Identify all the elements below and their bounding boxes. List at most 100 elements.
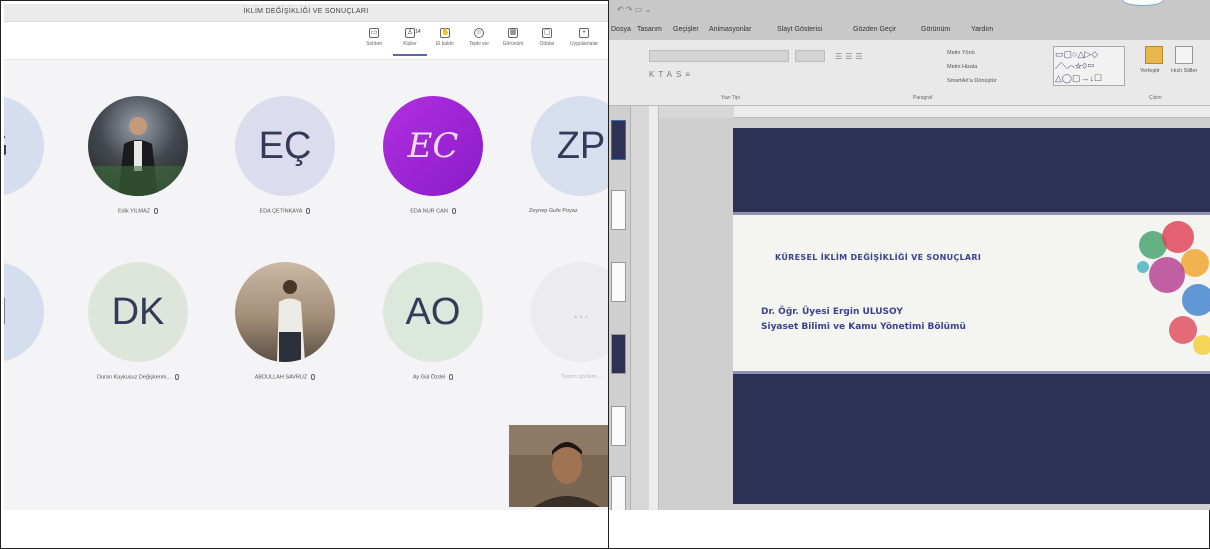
drawing-group-label: Çizim	[1149, 95, 1162, 101]
participant-tile[interactable]: Edik YILMAZ	[88, 96, 188, 226]
avatar: G	[4, 96, 44, 196]
mic-muted-icon	[449, 374, 454, 380]
participant-name: Edik YILMAZ	[63, 208, 213, 214]
slide-thumbnail[interactable]	[611, 262, 626, 302]
participant-tile[interactable]: ZP Zeynep Gufe Poyaz	[529, 96, 608, 226]
powerpoint-window: ↶ ↷ ▭ ⌄ Dosya Tasarım Geçişler Animasyon…	[609, 0, 1210, 510]
avatar-photo	[88, 96, 188, 196]
participant-name: EDA NUR CAN	[358, 208, 508, 214]
rooms-label: Odalar	[539, 41, 555, 47]
slide-department[interactable]: Siyaset Bilimi ve Kamu Yönetimi Bölümü	[761, 322, 966, 332]
raise-hand-button[interactable]: ✋ El kaldır	[428, 28, 462, 56]
self-video-preview[interactable]	[509, 425, 608, 507]
reaction-button[interactable]: ☺ Tepki ver	[462, 28, 496, 56]
participant-name: ABDULLAH SAVRUZ	[210, 374, 360, 380]
avatar-initials: ZP	[556, 124, 606, 167]
participant-name: EDA ÇETİNKAYA	[210, 208, 360, 214]
smartart-button[interactable]: SmartArt'a Dönüştür	[947, 78, 997, 84]
mic-muted-icon	[154, 208, 158, 214]
slide[interactable]: KÜRESEL İKLİM DEĞİŞİKLİĞİ VE SONUÇLARI D…	[733, 128, 1210, 504]
paragraph-group-label: Paragraf	[913, 95, 933, 101]
chat-button[interactable]: ▭ Sohbet	[357, 28, 391, 56]
avatar-initials: AO	[405, 290, 461, 333]
participant-name-text: ABDULLAH SAVRUZ	[254, 374, 308, 381]
apps-icon: +	[579, 28, 589, 38]
avatar-initials: G	[4, 125, 9, 168]
participant-tile[interactable]: ... Teams gözlem...	[531, 262, 608, 392]
participant-name-text: EDA ÇETİNKAYA	[259, 208, 303, 215]
avatar: H	[4, 262, 44, 362]
meeting-toolbar: ▭ Sohbet ♙ 14 Kişiler ✋ El kaldır ☺ Tepk…	[4, 22, 608, 60]
people-button[interactable]: ♙ 14 Kişiler	[393, 28, 427, 56]
participant-name-text: Duran Kaykusuz Değişkenm...	[97, 374, 171, 381]
tab-slayt-gosterisi[interactable]: Slayt Gösterisi	[777, 26, 822, 33]
view-button[interactable]: ▦ Görünüm	[496, 28, 530, 56]
participant-tile[interactable]: ABDULLAH SAVRUZ	[235, 262, 335, 392]
slide-thumbnail[interactable]	[611, 476, 626, 510]
rooms-button[interactable]: ▢ Odalar	[530, 28, 564, 56]
tab-yardim[interactable]: Yardım	[971, 26, 993, 33]
paragraph-icons[interactable]: ☰☰☰	[835, 52, 866, 61]
people-label: Kişiler	[403, 41, 417, 47]
tab-gecisler[interactable]: Geçişler	[673, 26, 699, 33]
self-video-person-icon	[509, 425, 608, 507]
rooms-icon: ▢	[542, 28, 552, 38]
avatar-initials: EÇ	[258, 124, 312, 167]
participant-tile[interactable]: DK Duran Kaykusuz Değişkenm...	[88, 262, 188, 392]
participant-tile[interactable]: AO Ay Gül Özdel	[383, 262, 483, 392]
quick-access-icons[interactable]: ↶ ↷ ▭ ⌄	[617, 5, 651, 14]
font-size-dropdown[interactable]	[795, 50, 825, 62]
tab-tasarim[interactable]: Tasarım	[637, 26, 662, 33]
avatar-initials: EC	[407, 126, 459, 166]
person-photo-icon	[277, 280, 305, 362]
avatar-initials: ...	[572, 300, 590, 323]
participant-name-text: EDA NUR CAN	[410, 208, 448, 215]
align-text-button[interactable]: Metni Hizala	[947, 64, 977, 70]
reaction-label: Tepki ver	[468, 41, 489, 47]
slide-thumbnail[interactable]	[611, 190, 626, 230]
tab-animasyonlar[interactable]: Animasyonlar	[709, 26, 751, 33]
avatar: ...	[531, 262, 608, 362]
mic-muted-icon	[306, 208, 311, 214]
font-group-label: Yazı Tipi	[721, 95, 740, 101]
quick-styles-button[interactable]: Hızlı Stiller	[1171, 68, 1197, 74]
vertical-ruler	[649, 106, 659, 510]
tab-gorunum[interactable]: Görünüm	[921, 26, 950, 33]
slide-title[interactable]: KÜRESEL İKLİM DEĞİŞİKLİĞİ VE SONUÇLARI	[775, 253, 981, 262]
participant-name: Zeynep Gufe Poyaz	[529, 208, 608, 214]
raise-hand-icon: ✋	[440, 28, 450, 38]
horizontal-ruler	[734, 106, 1210, 118]
participant-name-text: Teams gözlem...	[560, 374, 602, 380]
text-direction-button[interactable]: Metin Yönü	[947, 50, 975, 56]
participant-name-text: Edik YILMAZ	[118, 208, 150, 215]
slide-thumbnail[interactable]	[611, 120, 626, 160]
arrange-button[interactable]: Yerleştir	[1140, 68, 1160, 74]
font-format-icons[interactable]: KTAS≡	[649, 70, 694, 79]
font-name-dropdown[interactable]	[649, 50, 789, 62]
apps-button[interactable]: + Uygulamalar	[567, 28, 601, 56]
participant-count: 14	[415, 29, 421, 35]
participant-tile[interactable]: EC EDA NUR CAN	[383, 96, 483, 226]
slide-thumbnails-pane	[609, 106, 631, 510]
slide-thumbnail[interactable]	[611, 406, 626, 446]
slide-author[interactable]: Dr. Öğr. Üyesi Ergin ULUSOY	[761, 307, 903, 317]
raise-hand-label: El kaldır	[435, 41, 455, 47]
arrange-icon[interactable]	[1145, 46, 1163, 64]
chat-label: Sohbet	[366, 41, 382, 47]
meeting-titlebar: İKLİM DEĞİŞİKLİĞİ VE SONUÇLARI	[4, 4, 608, 22]
avatar-initials: H	[4, 291, 8, 334]
quick-styles-icon[interactable]	[1175, 46, 1193, 64]
participant-tile[interactable]: EÇ EDA ÇETİNKAYA	[235, 96, 335, 226]
avatar-photo	[235, 262, 335, 362]
slide-thumbnail[interactable]	[611, 334, 626, 374]
tab-dosya[interactable]: Dosya	[611, 26, 631, 33]
teams-meeting-window: İKLİM DEĞİŞİKLİĞİ VE SONUÇLARI ▭ Sohbet …	[4, 4, 608, 510]
participant-tile[interactable]: H	[4, 262, 44, 392]
tab-gozden-gecir[interactable]: Gözden Geçir	[853, 26, 896, 33]
apps-label: Uygulamalar	[569, 41, 599, 47]
person-photo-icon	[93, 117, 183, 196]
shapes-gallery[interactable]: ▭▢○△▷◇ ⟋⟍⌒☆♢▭ △◯▢→↓☐	[1053, 46, 1125, 86]
ribbon-tabs: Dosya Tasarım Geçişler Animasyonlar Slay…	[609, 22, 1210, 40]
participant-tile[interactable]: G ın	[4, 96, 44, 226]
participant-name-text: Ay Gül Özdel	[412, 374, 446, 381]
